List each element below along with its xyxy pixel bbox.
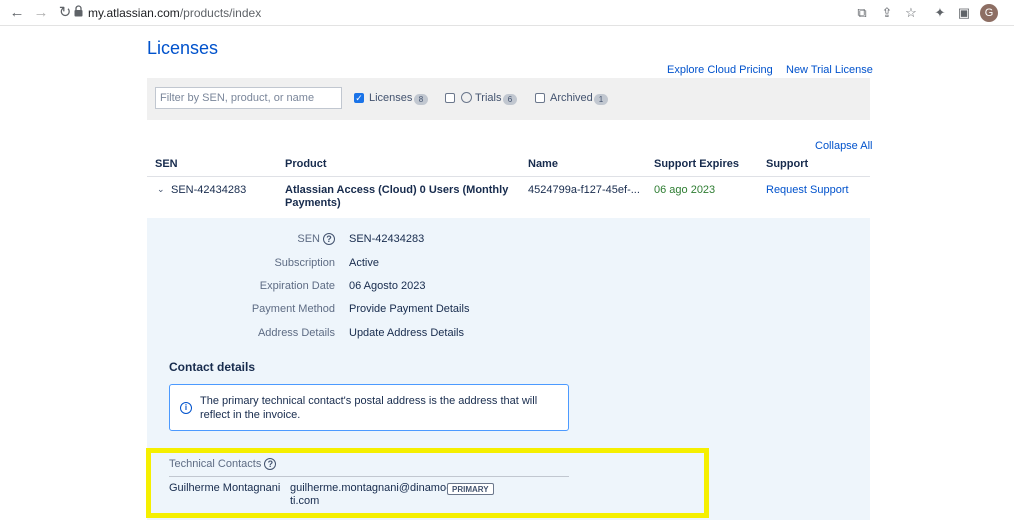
licenses-count-badge: 8 <box>414 94 428 105</box>
info-icon: i <box>180 402 192 414</box>
provide-payment-details-link[interactable]: Provide Payment Details <box>349 303 469 315</box>
lock-icon <box>74 5 83 17</box>
archived-label[interactable]: Archived <box>550 92 593 104</box>
profile-avatar[interactable]: G <box>980 4 998 22</box>
chevron-down-icon[interactable]: ⌄ <box>157 184 165 195</box>
column-header-product: Product <box>285 158 327 170</box>
column-header-name: Name <box>528 158 558 170</box>
detail-value-expiration: 06 Agosto 2023 <box>349 280 426 292</box>
back-icon[interactable]: ← <box>8 4 26 22</box>
address-bar[interactable]: my.atlassian.com/products/index <box>88 4 261 22</box>
detail-label-subscription: Subscription <box>274 257 335 269</box>
highlight-box <box>146 448 709 518</box>
trials-checkbox[interactable] <box>445 93 455 103</box>
extensions-icon[interactable]: ✦ <box>931 4 949 22</box>
url-path: /products/index <box>179 6 262 20</box>
search-input[interactable] <box>155 87 342 109</box>
archived-checkbox[interactable] <box>535 93 545 103</box>
new-trial-license-link[interactable]: New Trial License <box>786 64 873 76</box>
collapse-all-link[interactable]: Collapse All <box>815 140 872 152</box>
detail-label-expiration: Expiration Date <box>259 280 335 292</box>
header-divider <box>147 176 870 177</box>
detail-label-address: Address Details <box>257 327 335 339</box>
contact-details-heading: Contact details <box>169 360 256 374</box>
detail-value-subscription: Active <box>349 257 379 269</box>
reload-icon[interactable]: ↻ <box>56 4 74 22</box>
column-header-sen: SEN <box>155 158 178 170</box>
forward-icon[interactable]: → <box>32 4 50 22</box>
detail-label-sen: SEN? <box>147 233 335 246</box>
info-message: i The primary technical contact's postal… <box>169 384 569 431</box>
share-icon[interactable]: ⇪ <box>878 4 896 22</box>
request-support-link[interactable]: Request Support <box>766 184 849 196</box>
help-icon[interactable]: ? <box>323 233 335 246</box>
info-message-text: The primary technical contact's postal a… <box>200 395 538 421</box>
detail-value-sen: SEN-42434283 <box>349 233 425 245</box>
bookmark-star-icon[interactable]: ☆ <box>902 4 920 22</box>
detail-label-payment: Payment Method <box>251 303 335 315</box>
translate-icon[interactable]: ⧉ <box>853 4 871 22</box>
clock-icon <box>461 92 472 103</box>
row-sen[interactable]: SEN-42434283 <box>171 184 246 196</box>
explore-cloud-pricing-link[interactable]: Explore Cloud Pricing <box>667 64 773 76</box>
archived-count-badge: 1 <box>594 94 608 105</box>
row-support-expires: 06 ago 2023 <box>654 184 716 196</box>
url-host: my.atlassian.com <box>88 6 180 20</box>
licenses-label[interactable]: Licenses <box>369 92 412 104</box>
trials-label[interactable]: Trials <box>475 92 501 104</box>
row-name: 4524799a-f127-45ef-... <box>528 184 640 196</box>
browser-toolbar: ← → ↻ my.atlassian.com/products/index ⧉ … <box>0 0 1014 26</box>
trials-count-badge: 6 <box>503 94 517 105</box>
column-header-support: Support <box>766 158 809 170</box>
update-address-details-link[interactable]: Update Address Details <box>349 327 464 339</box>
row-product: Atlassian Access (Cloud) 0 Users (Monthl… <box>285 184 509 209</box>
filter-bar: ✓ Licenses 8 Trials 6 Archived 1 <box>147 78 870 120</box>
side-panel-icon[interactable]: ▣ <box>955 4 973 22</box>
detail-label-sen-text: SEN <box>297 233 320 245</box>
page-title: Licenses <box>147 38 219 58</box>
licenses-checkbox[interactable]: ✓ <box>354 93 364 103</box>
column-header-support-expires: Support Expires <box>654 158 739 170</box>
